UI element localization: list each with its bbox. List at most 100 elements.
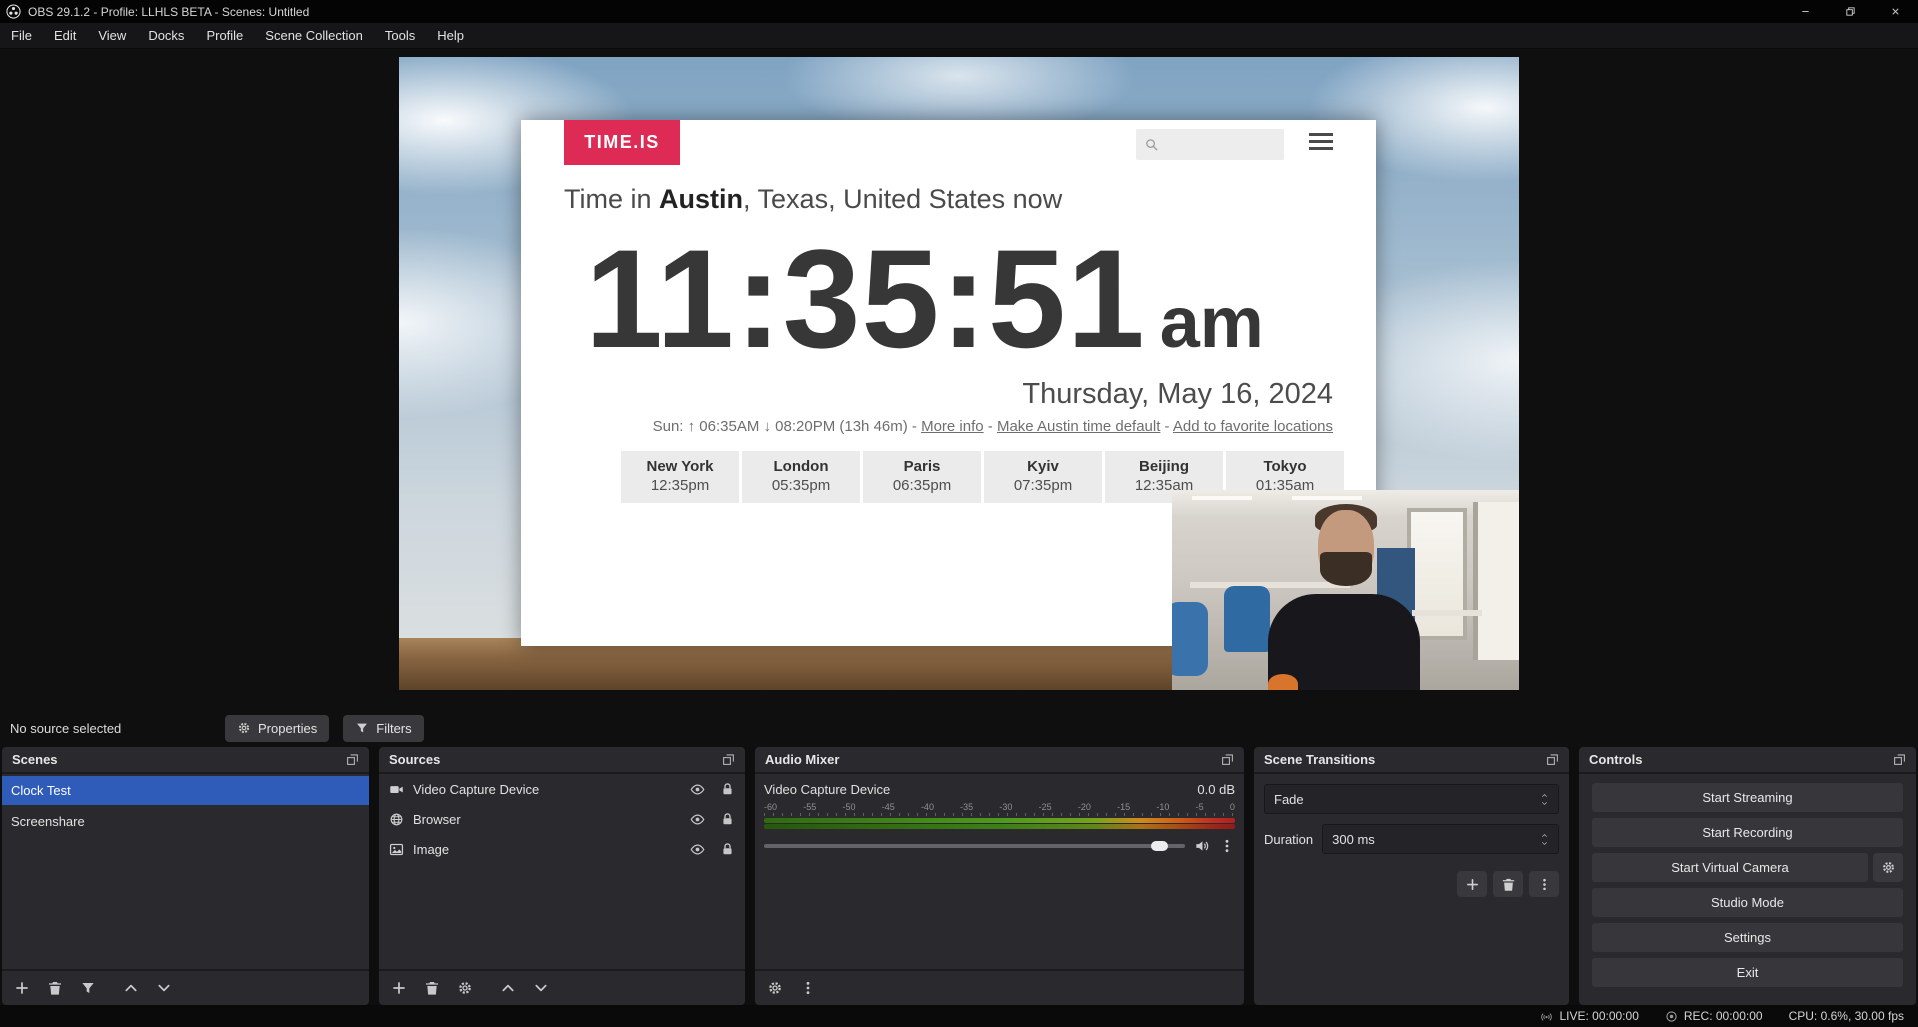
remove-scene-button[interactable] <box>47 980 63 996</box>
popout-icon[interactable] <box>1221 753 1234 766</box>
source-item-browser[interactable]: Browser <box>379 804 745 834</box>
exit-button[interactable]: Exit <box>1592 958 1903 987</box>
record-icon <box>1665 1010 1678 1023</box>
add-transition-button[interactable] <box>1457 871 1487 897</box>
volume-meter-right <box>764 824 1235 829</box>
close-button[interactable] <box>1873 0 1918 23</box>
selection-status: No source selected <box>10 721 225 736</box>
speaker-icon[interactable] <box>1194 838 1210 854</box>
controls-body: Start Streaming Start Recording Start Vi… <box>1579 774 1916 1005</box>
controls-dock: Controls Start Streaming Start Recording… <box>1579 747 1916 1005</box>
audio-mixer-dock: Audio Mixer Video Capture Device 0.0 dB … <box>755 747 1244 1005</box>
mixer-db-scale: -60-55-50-45-40-35-30-25-20-15-10-50 <box>764 802 1235 812</box>
filters-button[interactable]: Filters <box>343 715 423 742</box>
scene-filters-button[interactable] <box>80 980 96 996</box>
studio-mode-button[interactable]: Studio Mode <box>1592 888 1903 917</box>
duration-spinner[interactable]: 300 ms <box>1322 824 1559 854</box>
mixer-menu-icon[interactable] <box>800 980 816 996</box>
sources-header: Sources <box>379 747 745 774</box>
start-recording-button[interactable]: Start Recording <box>1592 818 1903 847</box>
add-scene-button[interactable] <box>14 980 30 996</box>
lock-icon[interactable] <box>720 782 735 797</box>
remove-transition-button[interactable] <box>1493 871 1523 897</box>
transition-menu-button[interactable] <box>1529 871 1559 897</box>
move-source-up-button[interactable] <box>500 980 516 996</box>
popout-icon[interactable] <box>1893 753 1906 766</box>
volume-slider-handle[interactable] <box>1151 841 1168 851</box>
remove-source-button[interactable] <box>424 980 440 996</box>
add-source-button[interactable] <box>391 980 407 996</box>
image-icon <box>389 842 404 857</box>
menu-profile[interactable]: Profile <box>195 23 254 48</box>
menu-scene-collection[interactable]: Scene Collection <box>254 23 374 48</box>
world-clock-newyork: New York12:35pm <box>621 451 739 503</box>
make-default-link: Make Austin time default <box>997 418 1160 435</box>
scene-transitions-header: Scene Transitions <box>1254 747 1569 774</box>
scene-item-screenshare[interactable]: Screenshare <box>2 807 369 836</box>
popout-icon[interactable] <box>346 753 359 766</box>
move-scene-down-button[interactable] <box>156 980 172 996</box>
live-signal-icon <box>1540 1010 1553 1023</box>
popout-icon[interactable] <box>722 753 735 766</box>
office-chair <box>1172 602 1208 676</box>
virtual-camera-config-button[interactable] <box>1873 853 1903 882</box>
window-title: OBS 29.1.2 - Profile: LLHLS BETA - Scene… <box>28 5 309 19</box>
audio-mixer-toolbar <box>755 969 1244 1005</box>
filter-icon <box>355 721 369 735</box>
settings-button[interactable]: Settings <box>1592 923 1903 952</box>
world-clock-kyiv: Kyiv07:35pm <box>984 451 1102 503</box>
start-virtual-camera-button[interactable]: Start Virtual Camera <box>1592 853 1868 882</box>
minimize-icon <box>1800 6 1811 17</box>
menu-edit[interactable]: Edit <box>43 23 87 48</box>
source-item-video-capture[interactable]: Video Capture Device <box>379 774 745 804</box>
sources-list: Video Capture Device Browser Image <box>379 774 745 969</box>
volume-meter-left <box>764 818 1235 823</box>
minimize-button[interactable] <box>1783 0 1828 23</box>
trash-icon <box>1501 877 1516 892</box>
visibility-eye-icon[interactable] <box>690 842 705 857</box>
chevron-up-down-icon <box>1540 832 1549 847</box>
menu-docks[interactable]: Docks <box>137 23 195 48</box>
controls-header: Controls <box>1579 747 1916 774</box>
webcam-source <box>1172 490 1519 690</box>
menu-bar: File Edit View Docks Profile Scene Colle… <box>0 23 1918 49</box>
scenes-list: Clock Test Screenshare <box>2 774 369 969</box>
source-properties-button[interactable] <box>457 980 473 996</box>
properties-button[interactable]: Properties <box>225 715 329 742</box>
office-window <box>1473 502 1519 660</box>
menu-tools[interactable]: Tools <box>374 23 426 48</box>
menu-file[interactable]: File <box>0 23 43 48</box>
program-canvas[interactable]: TIME.IS Time in Austin, Texas, United St… <box>399 57 1519 690</box>
start-streaming-button[interactable]: Start Streaming <box>1592 783 1903 812</box>
source-item-image[interactable]: Image <box>379 834 745 864</box>
sources-dock: Sources Video Capture Device Browser Ima… <box>379 747 745 1005</box>
more-info-link: More info <box>921 418 984 435</box>
popout-icon[interactable] <box>1546 753 1559 766</box>
person-beard <box>1320 552 1372 586</box>
lock-icon[interactable] <box>720 812 735 827</box>
visibility-eye-icon[interactable] <box>690 812 705 827</box>
timeis-search-box <box>1136 129 1284 160</box>
volume-slider[interactable] <box>764 844 1185 848</box>
gear-icon <box>1881 860 1896 875</box>
mixer-channel-menu-icon[interactable] <box>1219 838 1235 854</box>
move-source-down-button[interactable] <box>533 980 549 996</box>
lock-icon[interactable] <box>720 842 735 857</box>
title-bar: OBS 29.1.2 - Profile: LLHLS BETA - Scene… <box>0 0 1918 23</box>
visibility-eye-icon[interactable] <box>690 782 705 797</box>
search-icon <box>1144 137 1159 152</box>
orange-object <box>1268 674 1298 690</box>
obs-logo-icon <box>6 4 21 19</box>
maximize-button[interactable] <box>1828 0 1873 23</box>
scene-transitions-body: Fade Duration 300 ms <box>1254 774 1569 1005</box>
rec-timer: REC: 00:00:00 <box>1684 1009 1763 1023</box>
scenes-dock: Scenes Clock Test Screenshare <box>2 747 369 1005</box>
advanced-audio-gear-icon[interactable] <box>767 980 783 996</box>
kebab-icon <box>1537 877 1552 892</box>
hamburger-menu-icon <box>1309 133 1333 154</box>
menu-help[interactable]: Help <box>426 23 475 48</box>
transition-select[interactable]: Fade <box>1264 784 1559 814</box>
move-scene-up-button[interactable] <box>123 980 139 996</box>
menu-view[interactable]: View <box>87 23 137 48</box>
scene-item-clock-test[interactable]: Clock Test <box>2 776 369 805</box>
